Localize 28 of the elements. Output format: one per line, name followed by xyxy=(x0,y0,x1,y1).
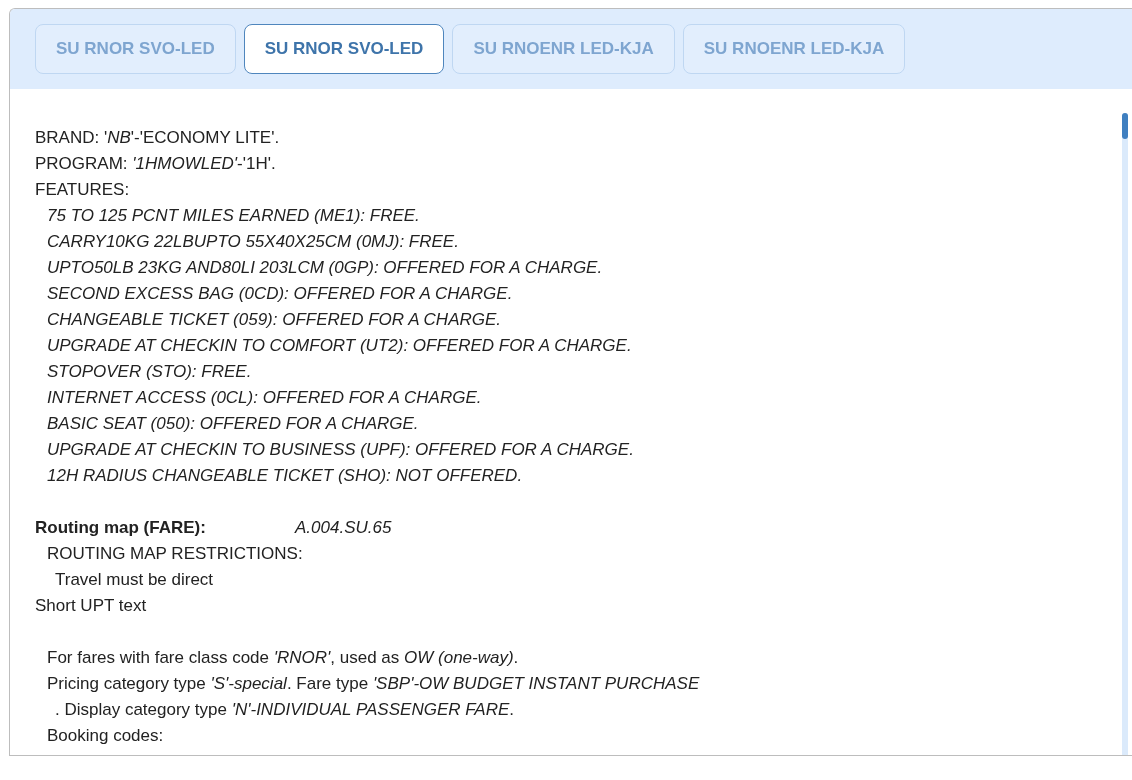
text-line: Travel must be direct xyxy=(54,569,214,591)
tab[interactable]: SU RNOR SVO-LED xyxy=(243,24,445,74)
text-line: ROUTING MAP RESTRICTIONS: xyxy=(46,543,303,565)
feature-line: INTERNET ACCESS (0CL): OFFERED FOR A CHARGE. xyxy=(46,387,482,409)
text-line: For fares with fare class code 'RNOR', used as OW (one-way). xyxy=(46,647,519,669)
feature-line: BASIC SEAT (050): OFFERED FOR A CHARGE. xyxy=(46,413,419,435)
feature-line: 75 TO 125 PCNT MILES EARNED (ME1): FREE. xyxy=(46,205,420,227)
feature-line: UPGRADE AT CHECKIN TO BUSINESS (UPF): OFFERED FOR A CHARGE. xyxy=(46,439,634,461)
text-line: . Display category type 'N'-INDIVIDUAL PASSENGER FARE. xyxy=(54,699,515,721)
feature-line: SECOND EXCESS BAG (0CD): OFFERED FOR A CHARGE. xyxy=(46,283,513,305)
tab[interactable]: SU RNOENR LED-KJA xyxy=(452,24,675,74)
tab[interactable]: SU RNOR SVO-LED xyxy=(35,24,236,74)
feature-line: CARRY10KG 22LBUPTO 55X40X25CM (0MJ): FREE. xyxy=(46,231,459,253)
text-line: PROGRAM: '1HMOWLED'-'1H'. xyxy=(35,153,276,175)
text-line: Short UPT text xyxy=(35,595,147,617)
feature-line: CHANGEABLE TICKET (059): OFFERED FOR A CHARGE. xyxy=(46,309,502,331)
text-line: Pricing category type 'S'-special. Fare type 'SBP'-OW BUDGET INSTANT PURCHASE xyxy=(46,673,700,695)
text-line: Booking codes: xyxy=(46,725,164,747)
feature-line: 12H RADIUS CHANGEABLE TICKET (SHO): NOT OFFERED. xyxy=(46,465,523,487)
tab[interactable]: SU RNOENR LED-KJA xyxy=(682,24,906,74)
feature-line: UPTO50LB 23KG AND80LI 203LCM (0GP): OFFERED FOR A CHARGE. xyxy=(46,257,603,279)
text-line: BRAND: 'NB'-'ECONOMY LITE'. xyxy=(35,127,280,149)
section-value: A.004.SU.65 xyxy=(295,517,392,539)
text-line: FEATURES: xyxy=(35,179,130,201)
feature-line: STOPOVER (STO): FREE. xyxy=(46,361,252,383)
scrollbar[interactable] xyxy=(1122,113,1128,755)
section-label: Routing map (FARE): xyxy=(35,517,207,539)
feature-line: UPGRADE AT CHECKIN TO COMFORT (UT2): OFFERED FOR A CHARGE. xyxy=(46,335,632,357)
